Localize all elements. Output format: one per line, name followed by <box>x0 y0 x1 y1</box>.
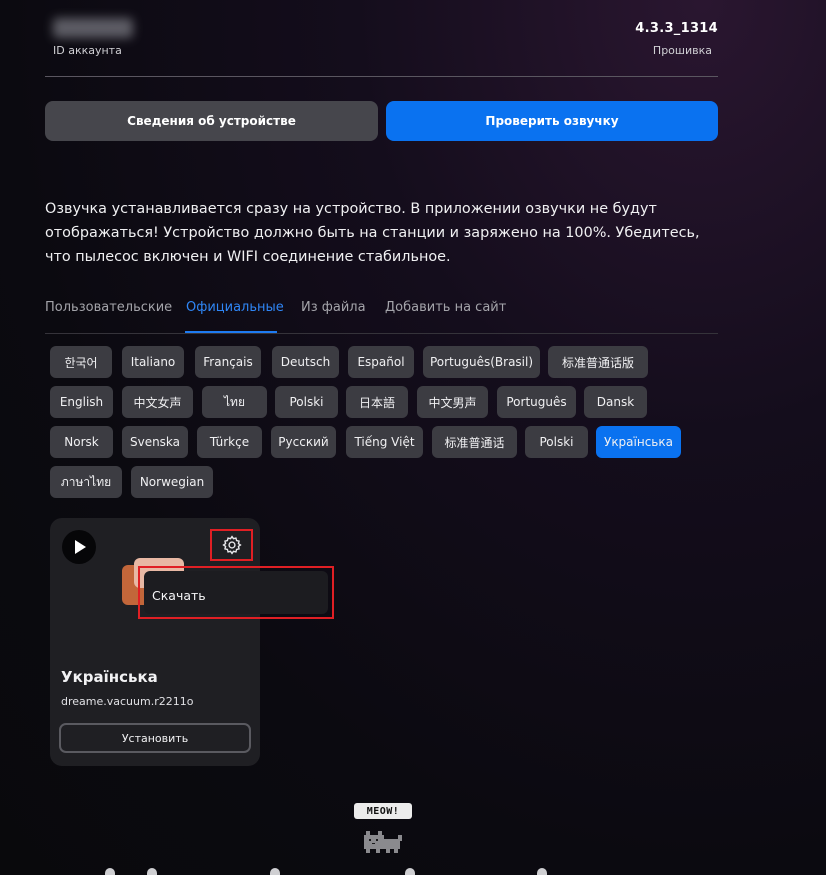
active-tab-indicator <box>185 331 277 333</box>
language-chip[interactable]: Português <box>497 386 576 418</box>
tab-from-file[interactable]: Из файла <box>301 300 366 315</box>
mascot: MEOW! <box>354 803 412 858</box>
language-chip[interactable]: Polski <box>525 426 588 458</box>
language-chip[interactable]: 标准普通话 <box>432 426 517 458</box>
language-chip[interactable]: Español <box>348 346 414 378</box>
language-chip[interactable]: 日本語 <box>346 386 408 418</box>
gear-icon <box>221 535 242 555</box>
card-settings-button[interactable] <box>210 529 253 561</box>
language-chip[interactable]: Tiếng Việt <box>346 426 423 458</box>
voice-pack-card: Українська dreame.vacuum.r2211o Установи… <box>50 518 260 766</box>
language-chip[interactable]: English <box>50 386 113 418</box>
device-model: dreame.vacuum.r2211o <box>61 695 194 708</box>
language-chip[interactable]: 中文男声 <box>417 386 488 418</box>
install-button[interactable]: Установить <box>59 723 251 753</box>
language-chip[interactable]: Dansk <box>584 386 647 418</box>
language-chip[interactable]: 标准普通话版 <box>548 346 648 378</box>
card-context-menu: Скачать <box>138 566 334 619</box>
account-header: ID аккаунта 4.3.3_1314 Прошивка <box>45 15 718 77</box>
language-chip[interactable]: Norsk <box>50 426 113 458</box>
language-chip-selected[interactable]: Українська <box>596 426 681 458</box>
tab-add-to-site[interactable]: Добавить на сайт <box>385 300 506 315</box>
language-chip[interactable]: 中文女声 <box>122 386 193 418</box>
download-menu-item[interactable]: Скачать <box>152 588 206 603</box>
language-chip[interactable]: Deutsch <box>272 346 339 378</box>
install-description: Озвучка устанавливается сразу на устройс… <box>45 201 700 265</box>
language-chip[interactable]: Русский <box>271 426 336 458</box>
language-chip[interactable]: ภาษาไทย <box>50 466 122 498</box>
language-chip[interactable]: Français <box>195 346 261 378</box>
mascot-speech-bubble: MEOW! <box>354 803 412 819</box>
cutoff-mark <box>537 868 547 875</box>
language-chip[interactable]: Norwegian <box>131 466 213 498</box>
bottom-cutoff-row <box>0 868 826 875</box>
language-chip[interactable]: Italiano <box>122 346 184 378</box>
check-voice-button[interactable]: Проверить озвучку <box>386 101 718 141</box>
cutoff-mark <box>405 868 415 875</box>
tab-custom[interactable]: Пользовательские <box>45 300 172 315</box>
voice-pack-title: Українська <box>61 668 158 686</box>
firmware-value: 4.3.3_1314 <box>635 21 718 36</box>
cutoff-mark <box>147 868 157 875</box>
context-menu-panel: Скачать <box>144 571 328 614</box>
account-id-value-blurred <box>53 18 133 38</box>
cutoff-mark <box>105 868 115 875</box>
language-chip[interactable]: Português(Brasil) <box>423 346 540 378</box>
account-id-label: ID аккаунта <box>53 44 122 57</box>
language-chip[interactable]: Svenska <box>122 426 188 458</box>
tab-official[interactable]: Официальные <box>186 300 284 315</box>
language-chip[interactable]: 한국어 <box>50 346 112 378</box>
language-chip[interactable]: ไทย <box>202 386 267 418</box>
cutoff-mark <box>270 868 280 875</box>
device-info-button[interactable]: Сведения об устройстве <box>45 101 378 141</box>
voice-source-tabs: Пользовательские Официальные Из файла До… <box>45 296 718 334</box>
pixel-cat-icon <box>364 831 402 853</box>
language-chip[interactable]: Polski <box>275 386 338 418</box>
play-icon <box>75 540 86 554</box>
play-preview-button[interactable] <box>62 530 96 564</box>
firmware-label: Прошивка <box>652 44 712 57</box>
language-chip[interactable]: Türkçe <box>197 426 262 458</box>
